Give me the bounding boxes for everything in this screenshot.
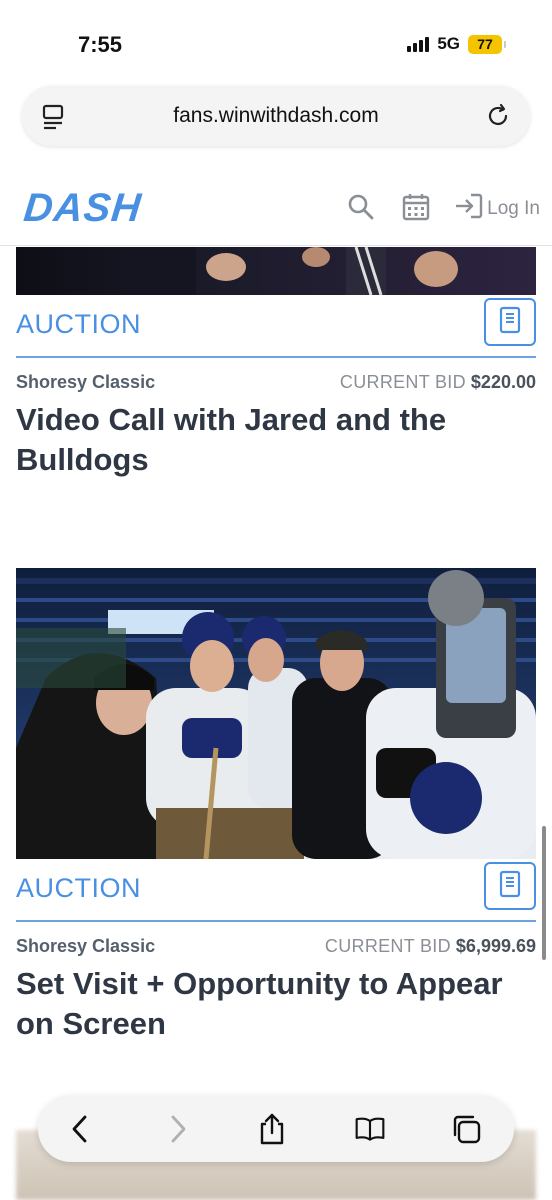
current-bid: CURRENT BID $220.00 — [340, 372, 536, 393]
battery-icon: 77 — [468, 34, 506, 54]
add-to-calendar-button[interactable] — [484, 298, 536, 346]
network-label: 5G — [437, 34, 460, 53]
dash-logo[interactable]: DASH — [22, 186, 144, 231]
calendar-icon — [499, 306, 521, 339]
site-header: DASH Log In — [0, 178, 552, 246]
bid-value: $220.00 — [470, 372, 536, 392]
current-bid: CURRENT BID $6,999.69 — [325, 936, 536, 957]
bid-label: CURRENT BID — [339, 372, 466, 392]
battery-level: 77 — [468, 34, 502, 54]
bookmarks-icon[interactable] — [354, 1113, 386, 1145]
status-bar: 7:55 5G 77 — [0, 0, 552, 80]
calendar-icon[interactable] — [402, 192, 430, 227]
share-icon[interactable] — [256, 1113, 288, 1145]
browser-toolbar — [38, 1096, 514, 1162]
status-time: 7:55 — [78, 32, 123, 57]
bid-value: $6,999.69 — [455, 936, 536, 956]
login-label: Log In — [487, 198, 540, 219]
status-indicators: 5G 77 — [407, 34, 506, 54]
auction-title[interactable]: Set Visit + Opportunity to Appear on Scr… — [16, 964, 536, 1044]
forward-icon[interactable] — [162, 1113, 194, 1145]
auction-header: AUCTION — [16, 296, 536, 358]
address-bar[interactable]: fans.winwithdash.com — [22, 86, 530, 146]
reload-icon[interactable] — [486, 102, 512, 135]
search-icon[interactable] — [346, 192, 376, 227]
tabs-icon[interactable] — [450, 1113, 482, 1145]
event-name[interactable]: Shoresy Classic — [16, 936, 155, 957]
url-text[interactable]: fans.winwithdash.com — [22, 104, 530, 128]
calendar-icon — [499, 870, 521, 903]
add-to-calendar-button[interactable] — [484, 862, 536, 910]
auction-title[interactable]: Video Call with Jared and the Bulldogs — [16, 400, 536, 480]
login-icon — [453, 192, 485, 226]
login-link[interactable]: Log In — [453, 192, 540, 226]
auction-image[interactable] — [16, 568, 536, 859]
auction-meta: Shoresy Classic CURRENT BID $220.00 — [16, 372, 536, 396]
scrollbar[interactable] — [542, 826, 546, 960]
event-name[interactable]: Shoresy Classic — [16, 372, 155, 393]
signal-icon — [407, 36, 430, 52]
auction-header: AUCTION — [16, 860, 536, 922]
auction-image[interactable] — [16, 247, 536, 295]
auction-type-label: AUCTION — [16, 873, 141, 903]
auction-meta: Shoresy Classic CURRENT BID $6,999.69 — [16, 936, 536, 960]
auction-type-label: AUCTION — [16, 309, 141, 339]
bid-label: CURRENT BID — [324, 936, 451, 956]
back-icon[interactable] — [64, 1113, 96, 1145]
